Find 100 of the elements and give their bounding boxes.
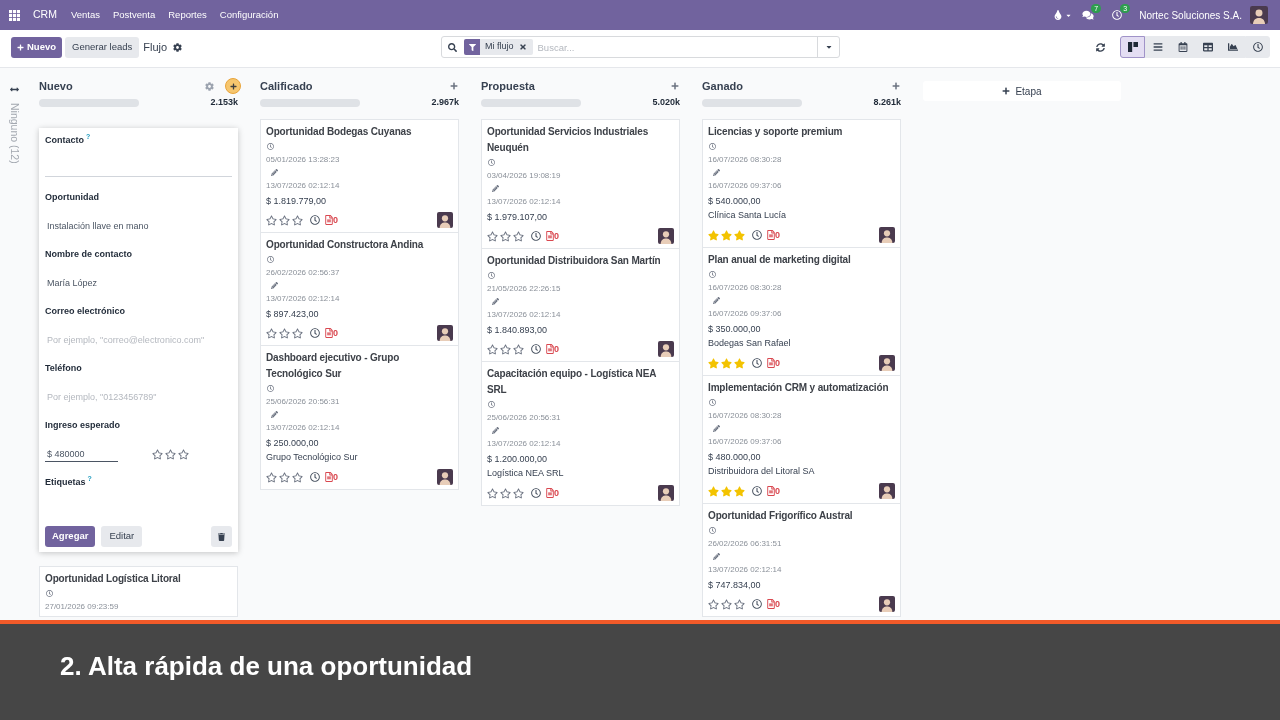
opportunity-card[interactable]: Oportunidad Frigorífico Austral 26/02/2026 06:31:51 13/07/2026 02:12:14 $ 747.834,00 0 [702, 504, 901, 617]
clock-icon [709, 143, 716, 150]
priority-rating[interactable] [708, 598, 745, 610]
star-icon[interactable] [721, 485, 732, 497]
priority-rating[interactable] [266, 214, 303, 226]
opportunity-card[interactable]: Implementación CRM y automatización 16/07/2026 08:30:28 16/07/2026 09:37:06 $ 480.000,00 Distribuidora del Litoral SA 0 [702, 376, 901, 504]
generate-leads-button[interactable]: Generar leads [65, 36, 140, 58]
star-icon[interactable] [152, 448, 163, 460]
company-name[interactable]: Nortec Soluciones S.A. [1139, 7, 1242, 23]
opportunity-card[interactable]: Oportunidad Bodegas Cuyanas 05/01/2026 13:28:23 13/07/2026 02:12:14 $ 1.819.779,00 0 [260, 119, 459, 233]
new-button[interactable]: Nuevo [11, 36, 63, 58]
star-icon[interactable] [292, 471, 303, 483]
priority-rating[interactable] [266, 471, 303, 483]
opportunity-card[interactable]: Oportunidad Distribuidora San Martín 21/05/2026 22:26:15 13/07/2026 02:12:14 $ 1.840.893,00 0 [481, 249, 680, 362]
chat-icon[interactable] [1082, 10, 1095, 20]
star-icon[interactable] [513, 230, 524, 242]
menu-item[interactable]: Reportes [168, 7, 207, 23]
priority-rating[interactable] [487, 230, 524, 242]
clock-icon[interactable] [752, 599, 762, 609]
priority-rating[interactable] [266, 327, 303, 339]
updated-date: 13/07/2026 02:12:14 [266, 422, 341, 434]
opportunity-card[interactable]: Capacitación equipo - Logística NEA SRL 25/06/2026 20:56:31 13/07/2026 02:12:14 $ 1.200.000,00 Logística NEA SRL 0 [481, 362, 680, 506]
opportunity-card[interactable]: Oportunidad Logística Litoral 27/01/2026 09:23:59 [39, 566, 238, 617]
clock-icon[interactable] [310, 472, 320, 482]
plus-icon[interactable] [225, 78, 241, 94]
clock-icon[interactable] [531, 488, 541, 498]
clock-icon[interactable] [531, 344, 541, 354]
input-field[interactable]: María López [45, 275, 232, 291]
star-icon[interactable] [292, 214, 303, 226]
star-icon[interactable] [500, 343, 511, 355]
clock-icon[interactable] [752, 230, 762, 240]
apps-grid-icon[interactable] [9, 9, 20, 21]
clock-icon[interactable] [531, 231, 541, 241]
star-icon[interactable] [708, 229, 719, 241]
star-icon[interactable] [721, 598, 732, 610]
input-field[interactable]: $ 480000 [45, 446, 118, 462]
filter-facet[interactable]: Mi flujo [464, 39, 533, 55]
clock-icon[interactable] [310, 328, 320, 338]
star-icon[interactable] [487, 230, 498, 242]
caret-icon [824, 43, 833, 51]
star-icon[interactable] [165, 448, 176, 460]
settings-icon[interactable] [173, 42, 183, 52]
clock-icon[interactable] [310, 215, 320, 225]
opportunity-card[interactable]: Plan anual de marketing digital 16/07/2026 08:30:28 16/07/2026 09:37:06 $ 350.000,00 Bodegas San Rafael 0 [702, 248, 901, 376]
star-icon[interactable] [708, 485, 719, 497]
document-icon [767, 599, 775, 609]
clock-icon[interactable] [752, 358, 762, 368]
star-icon[interactable] [734, 357, 745, 369]
star-icon[interactable] [721, 357, 732, 369]
opportunity-card[interactable]: Licencias y soporte premium 16/07/2026 08:30:28 16/07/2026 09:37:06 $ 540.000,00 Clínica Santa Lucía 0 [702, 119, 901, 248]
delete-button[interactable] [211, 526, 232, 547]
add-stage-button[interactable]: Etapa [923, 81, 1121, 101]
star-icon[interactable] [734, 598, 745, 610]
star-icon[interactable] [279, 327, 290, 339]
star-icon[interactable] [734, 229, 745, 241]
star-icon[interactable] [721, 229, 732, 241]
opportunity-card[interactable]: Dashboard ejecutivo - Grupo Tecnológico Sur 25/06/2026 20:56:31 13/07/2026 02:12:14 $ 250.000,00 Grupo Tecnológico Sur 0 [260, 346, 459, 490]
opportunity-card[interactable]: Oportunidad Constructora Andina 26/02/2026 02:56:37 13/07/2026 02:12:14 $ 897.423,00 0 [260, 233, 459, 346]
view-button[interactable] [1120, 36, 1145, 58]
priority-rating[interactable] [487, 343, 524, 355]
created-date: 25/06/2026 20:56:31 [487, 412, 562, 424]
column-title: Calificado [260, 78, 313, 94]
app-name[interactable]: CRM [33, 7, 57, 23]
star-icon[interactable] [266, 327, 277, 339]
edit-button[interactable]: Editar [101, 526, 143, 547]
clock-icon[interactable] [1112, 10, 1123, 20]
star-icon[interactable] [178, 448, 189, 460]
document-count: 0 [554, 488, 559, 498]
input-field[interactable]: Instalación llave en mano [45, 218, 232, 234]
menu-item[interactable]: Postventa [113, 7, 156, 23]
search-icon[interactable] [448, 42, 457, 52]
menu-item[interactable]: Ventas [70, 7, 100, 23]
refresh-icon[interactable] [1096, 42, 1105, 52]
star-icon[interactable] [487, 343, 498, 355]
add-button[interactable]: Agregar [45, 526, 96, 547]
star-icon[interactable] [279, 214, 290, 226]
opportunity-card[interactable]: Oportunidad Servicios Industriales Neuquén 03/04/2026 19:08:19 13/07/2026 02:12:14 $ 1.979.107,00 0 [481, 119, 680, 249]
droplet-icon[interactable] [1054, 10, 1063, 20]
star-icon[interactable] [513, 487, 524, 499]
star-icon[interactable] [292, 327, 303, 339]
star-icon[interactable] [266, 471, 277, 483]
input-field[interactable]: Por ejemplo, "0123456789" [45, 389, 232, 405]
star-icon[interactable] [266, 214, 277, 226]
star-icon[interactable] [708, 357, 719, 369]
search-bar[interactable]: Mi flujo Buscar... [441, 36, 840, 58]
priority-rating[interactable] [487, 487, 524, 499]
left-right-arrow-icon[interactable] [9, 85, 19, 94]
star-icon[interactable] [734, 485, 745, 497]
input-field[interactable]: Por ejemplo, "correo@electronico.com" [45, 332, 232, 348]
close-icon[interactable] [518, 43, 527, 51]
star-icon[interactable] [708, 598, 719, 610]
star-icon[interactable] [279, 471, 290, 483]
clock-icon[interactable] [752, 486, 762, 496]
star-icon[interactable] [513, 343, 524, 355]
search-input[interactable]: Buscar... [537, 37, 817, 57]
priority-rating[interactable] [152, 448, 189, 460]
star-icon[interactable] [500, 230, 511, 242]
star-icon[interactable] [500, 487, 511, 499]
menu-item[interactable]: Configuración [219, 7, 279, 23]
star-icon[interactable] [487, 487, 498, 499]
